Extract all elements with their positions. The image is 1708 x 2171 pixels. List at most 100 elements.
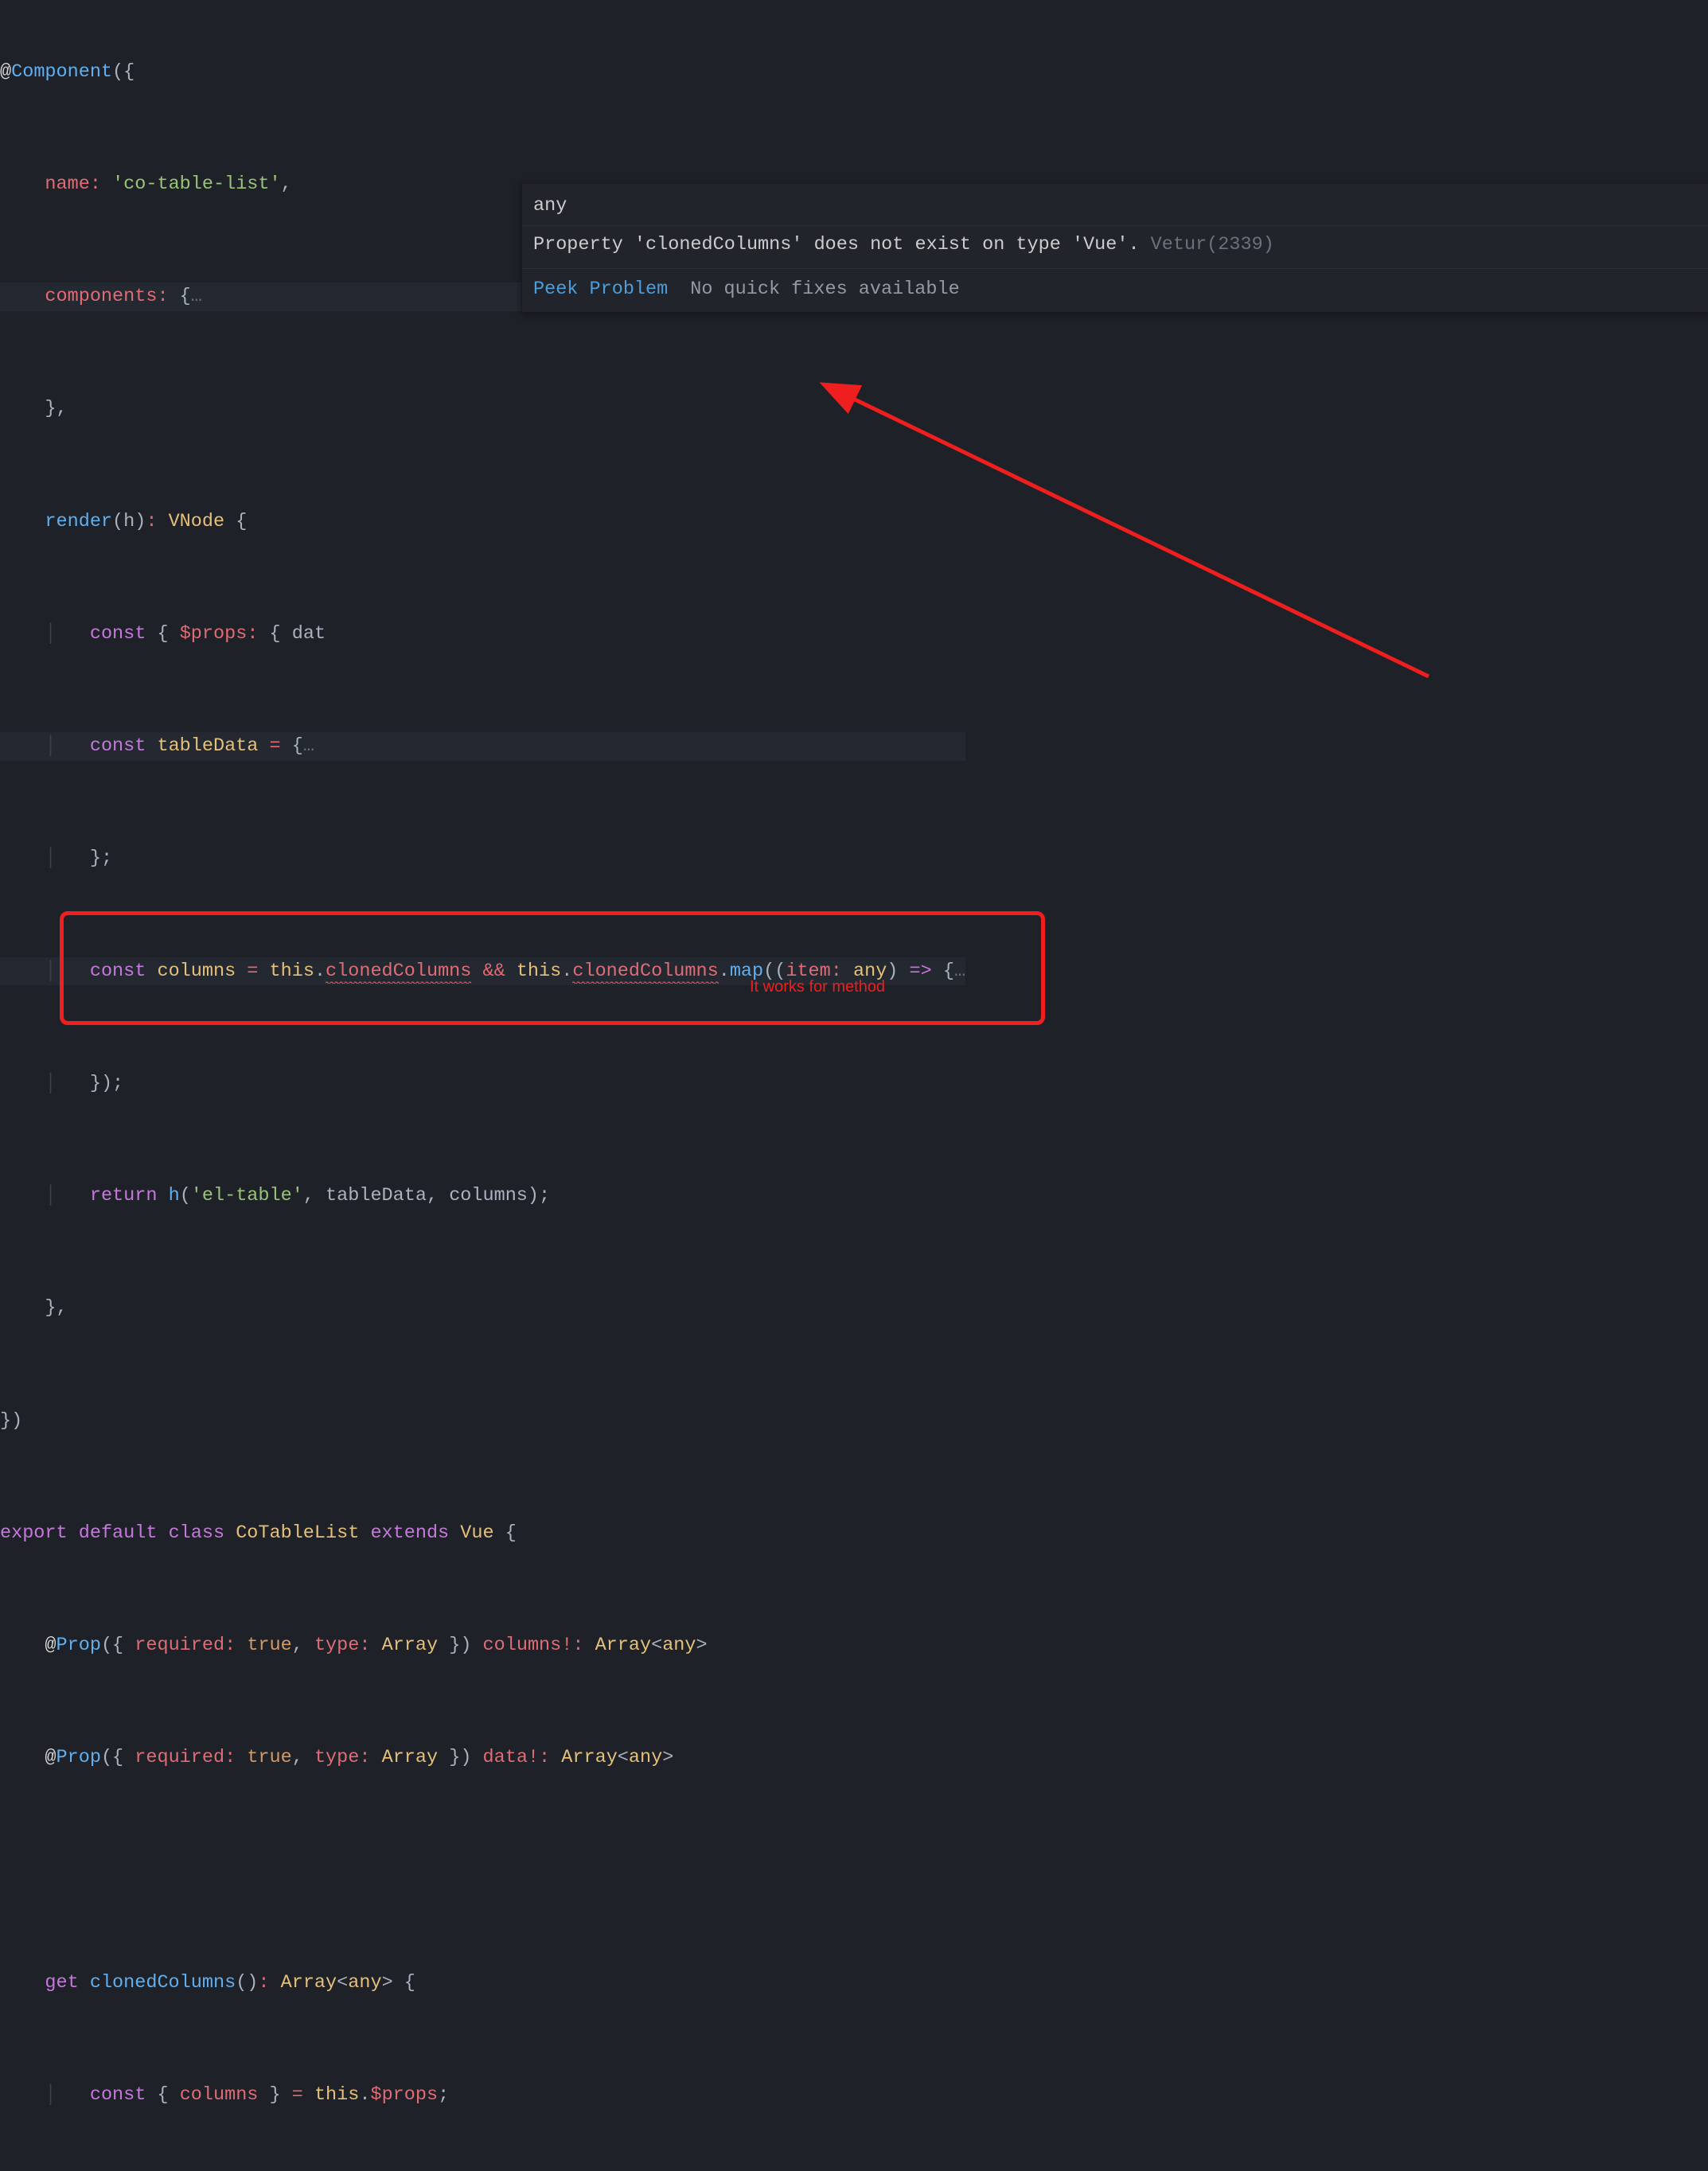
decorator-at: @: [45, 1635, 56, 1656]
key: required: [135, 1635, 224, 1656]
punct: ((: [763, 961, 786, 982]
variable: columns: [157, 961, 236, 982]
punct: ({: [101, 1747, 135, 1768]
punct: ,: [281, 173, 292, 195]
punct: {: [236, 511, 247, 532]
code-line[interactable]: render(h): VNode {: [0, 508, 965, 536]
this: this: [270, 961, 314, 982]
code-line[interactable]: │ const tableData = {…: [0, 732, 965, 761]
punct: .: [359, 2084, 370, 2106]
fold-ellipsis-icon[interactable]: …: [303, 735, 314, 757]
code-line[interactable]: @Prop({ required: true, type: Array }) c…: [0, 1631, 965, 1660]
error-span[interactable]: clonedColumns: [572, 961, 718, 984]
field: data: [483, 1747, 528, 1768]
punct: ;: [438, 2084, 449, 2106]
class-name: CoTableList: [236, 1522, 359, 1544]
punct: );: [528, 1185, 550, 1206]
punct: :: [359, 1635, 370, 1656]
identifier: columns: [449, 1185, 528, 1206]
code-line[interactable]: get clonedColumns(): Array<any> {: [0, 1969, 965, 1998]
type: Array: [281, 1972, 337, 1994]
code-line[interactable]: │ const columns = this.clonedColumns && …: [0, 957, 965, 986]
code-line[interactable]: },: [0, 1294, 965, 1323]
code-line[interactable]: @Component({: [0, 58, 965, 87]
hover-msg-a: Property: [533, 234, 634, 255]
code-line[interactable]: │ const { columns } = this.$props;: [0, 2081, 965, 2110]
punct: }): [438, 1635, 482, 1656]
punct: }): [0, 1410, 22, 1432]
arrow: =>: [910, 961, 932, 982]
obj-key: components: [45, 286, 157, 307]
code-line[interactable]: │ return h('el-table', tableData, column…: [0, 1182, 965, 1210]
keyword: extends: [370, 1522, 449, 1544]
this: this: [517, 961, 561, 982]
type: Array: [382, 1635, 439, 1656]
bool: true: [247, 1635, 291, 1656]
punct: :: [90, 173, 101, 195]
operator: &&: [483, 961, 505, 982]
punct: }: [258, 2084, 291, 2106]
punct: .: [719, 961, 730, 982]
type: any: [853, 961, 887, 982]
punct: :: [224, 1635, 236, 1656]
no-quick-fixes-label: No quick fixes available: [690, 279, 959, 300]
hover-msg-b: 'clonedColumns': [634, 234, 803, 255]
punct: ({: [112, 61, 135, 83]
class-name: Vue: [460, 1522, 493, 1544]
punct: ({: [101, 1635, 135, 1656]
hover-msg-c: does not exist on type: [802, 234, 1071, 255]
punct: :: [146, 511, 157, 532]
code-line[interactable]: },: [0, 395, 965, 423]
error-span[interactable]: clonedColumns: [326, 961, 471, 984]
punct: :: [157, 286, 168, 307]
keyword: export: [0, 1522, 68, 1544]
punct: ,: [292, 1747, 314, 1768]
punct: <: [337, 1972, 348, 1994]
keyword: const: [90, 623, 146, 645]
fold-ellipsis-icon[interactable]: …: [954, 961, 965, 982]
prop: $props: [370, 2084, 438, 2106]
identifier: dat: [292, 623, 326, 645]
code-line[interactable]: [0, 1857, 965, 1885]
code-editor[interactable]: @Component({ name: 'co-table-list', comp…: [0, 0, 965, 2171]
punct: });: [90, 1073, 123, 1094]
punct: ,: [303, 1185, 326, 1206]
keyword: get: [45, 1972, 78, 1994]
hover-msg-e: .: [1128, 234, 1139, 255]
punct: :: [359, 1747, 370, 1768]
punct: !:: [528, 1747, 550, 1768]
hover-source: Vetur(2339): [1140, 234, 1274, 255]
decorator-fn: Component: [11, 61, 112, 83]
code-line[interactable]: }): [0, 1407, 965, 1436]
decorator-fn: Prop: [57, 1747, 101, 1768]
punct: {: [180, 286, 191, 307]
type: VNode: [169, 511, 225, 532]
param: item: [786, 961, 830, 982]
decorator-fn: Prop: [57, 1635, 101, 1656]
punct: {: [157, 2084, 179, 2106]
code-line[interactable]: export default class CoTableList extends…: [0, 1519, 965, 1548]
punct: :: [224, 1747, 236, 1768]
hover-type-text: any: [533, 195, 567, 216]
punct: :: [831, 961, 842, 982]
operator: =: [270, 735, 281, 757]
peek-problem-link[interactable]: Peek Problem: [533, 279, 668, 300]
bool: true: [247, 1747, 291, 1768]
punct: (: [180, 1185, 191, 1206]
code-line[interactable]: │ };: [0, 844, 965, 873]
hover-tooltip[interactable]: any Property 'clonedColumns' does not ex…: [521, 183, 1708, 313]
type: Array: [595, 1635, 652, 1656]
code-line[interactable]: │ const { $props: { dat: [0, 620, 965, 649]
punct: };: [90, 848, 112, 869]
punct: <: [651, 1635, 662, 1656]
punct: },: [45, 398, 67, 419]
type: any: [629, 1747, 662, 1768]
variable: tableData: [157, 735, 258, 757]
punct: !:: [561, 1635, 583, 1656]
punct: .: [314, 961, 326, 982]
code-line[interactable]: │ });: [0, 1070, 965, 1098]
fold-ellipsis-icon[interactable]: …: [191, 286, 202, 307]
keyword: const: [90, 735, 146, 757]
call: h: [169, 1185, 180, 1206]
code-line[interactable]: @Prop({ required: true, type: Array }) d…: [0, 1744, 965, 1772]
